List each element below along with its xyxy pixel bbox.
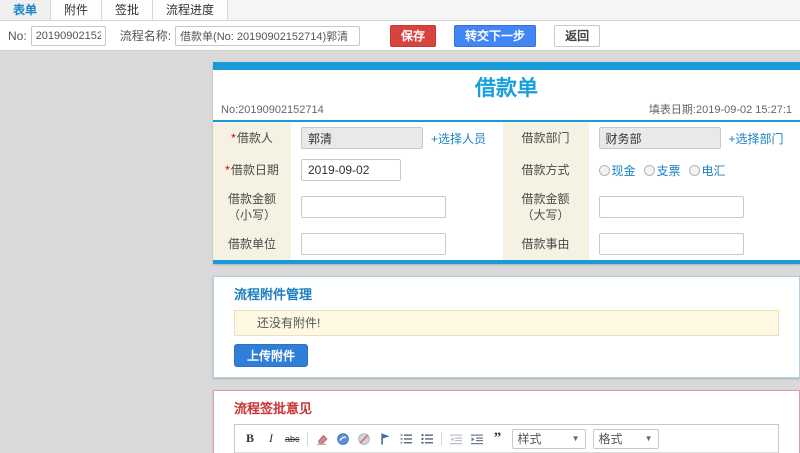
loan-method-label: 借款方式 [502, 154, 589, 186]
command-toolbar: No: 流程名称: 保存 转交下一步 返回 [0, 21, 800, 51]
approval-comments-panel: 流程签批意见 B I abc ” 样式 ▼ 格式 ▼ [213, 390, 800, 453]
select-person-link[interactable]: +选择人员 [431, 130, 486, 147]
loan-method-radio-group: 现金 支票 电汇 [598, 162, 726, 179]
bold-icon[interactable]: B [243, 431, 257, 447]
page-content: 借款单 No:20190902152714 填表日期:2019-09-02 15… [0, 51, 800, 453]
required-marker: * [231, 131, 236, 145]
radio-wire-icon[interactable] [688, 164, 700, 176]
department-label: 借款部门 [502, 122, 589, 154]
form-grid: *借款人 +选择人员 借款部门 +选择部门 *借款日期 借款方式 现金 支票 电… [213, 122, 800, 264]
loan-unit-label: 借款单位 [213, 228, 291, 260]
tab-form[interactable]: 表单 [0, 0, 52, 20]
chevron-down-icon: ▼ [644, 434, 653, 443]
strikethrough-icon[interactable]: abc [285, 431, 300, 447]
no-input[interactable] [30, 25, 106, 46]
format-dropdown[interactable]: 格式 ▼ [592, 428, 659, 449]
bulleted-list-icon[interactable] [420, 431, 434, 447]
anchor-flag-icon[interactable] [378, 431, 392, 447]
loan-date-input[interactable] [301, 159, 401, 181]
link-icon[interactable] [336, 431, 350, 447]
department-input[interactable] [598, 127, 721, 149]
loan-date-label: *借款日期 [213, 154, 291, 186]
chevron-down-icon: ▼ [571, 434, 580, 443]
approval-title: 流程签批意见 [234, 401, 313, 416]
process-name-input[interactable] [175, 25, 361, 46]
borrower-input[interactable] [301, 127, 423, 149]
remove-format-icon[interactable] [315, 431, 329, 447]
rich-text-editor: B I abc ” 样式 ▼ 格式 ▼ [234, 424, 779, 453]
radio-wire[interactable]: 电汇 [688, 162, 726, 179]
no-attachments-notice: 还没有附件! [234, 310, 779, 336]
back-button[interactable]: 返回 [554, 24, 601, 47]
loan-unit-input[interactable] [301, 233, 446, 255]
loan-form-panel: 借款单 No:20190902152714 填表日期:2019-09-02 15… [213, 62, 800, 264]
radio-cash-icon[interactable] [598, 164, 610, 176]
styles-dropdown[interactable]: 样式 ▼ [511, 428, 586, 449]
indent-icon[interactable] [470, 431, 484, 447]
select-department-link[interactable]: +选择部门 [729, 130, 784, 147]
italic-icon[interactable]: I [264, 431, 278, 447]
amount-small-label: 借款金额（小写） [213, 186, 291, 228]
toolbar-separator [306, 431, 308, 446]
tab-approval[interactable]: 签批 [102, 0, 154, 20]
tab-attachments[interactable]: 附件 [51, 0, 103, 20]
toolbar-separator [440, 431, 442, 446]
attachments-title: 流程附件管理 [234, 287, 313, 302]
loan-reason-label: 借款事由 [502, 228, 589, 260]
forward-next-step-button[interactable]: 转交下一步 [454, 24, 537, 47]
radio-cash[interactable]: 现金 [598, 162, 636, 179]
no-label: No: [8, 28, 27, 43]
process-name-label: 流程名称: [119, 29, 172, 43]
panel-accent-bar [213, 62, 800, 70]
numbered-list-icon[interactable] [399, 431, 413, 447]
unlink-icon[interactable] [357, 431, 371, 447]
form-date-text: 填表日期:2019-09-02 15:27:1 [648, 104, 792, 116]
radio-cheque-icon[interactable] [643, 164, 655, 176]
upload-attachment-button[interactable]: 上传附件 [234, 344, 309, 367]
blockquote-icon[interactable]: ” [491, 430, 505, 447]
form-header: 借款单 No:20190902152714 填表日期:2019-09-02 15… [213, 70, 800, 122]
amount-small-input[interactable] [301, 196, 446, 218]
loan-reason-input[interactable] [598, 233, 744, 255]
save-button[interactable]: 保存 [390, 24, 437, 47]
tab-bar: 表单 附件 签批 流程进度 [0, 0, 800, 21]
amount-big-input[interactable] [598, 196, 744, 218]
outdent-icon[interactable] [449, 431, 463, 447]
editor-toolbar: B I abc ” 样式 ▼ 格式 ▼ [235, 425, 778, 453]
required-marker: * [225, 163, 230, 177]
borrower-label: *借款人 [213, 122, 291, 154]
form-title: 借款单 [475, 77, 538, 100]
amount-big-label: 借款金额（大写） [502, 186, 589, 228]
radio-cheque[interactable]: 支票 [643, 162, 681, 179]
form-no-text: No:20190902152714 [221, 104, 324, 116]
tab-progress[interactable]: 流程进度 [153, 0, 229, 20]
attachments-panel: 流程附件管理 还没有附件! 上传附件 [213, 276, 800, 378]
